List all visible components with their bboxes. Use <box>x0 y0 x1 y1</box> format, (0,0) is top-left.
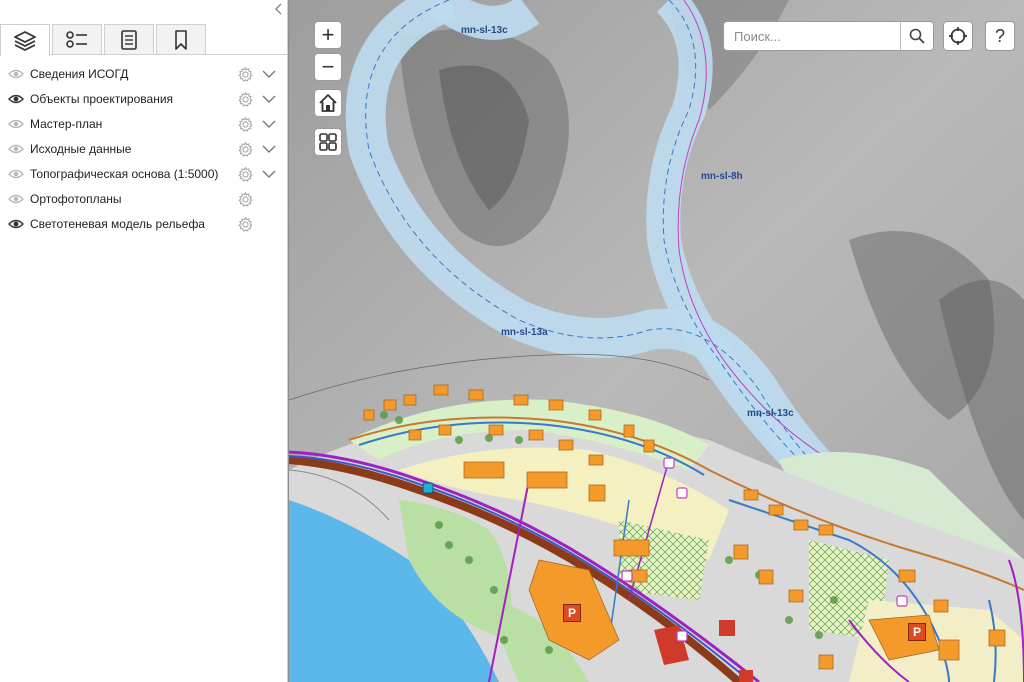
bus-stop-marker <box>422 482 434 494</box>
layer-label: Исходные данные <box>30 142 132 156</box>
layer-item[interactable]: Светотеневая модель рельефа <box>0 212 288 237</box>
search-icon <box>909 28 925 44</box>
basemap-gallery-button[interactable] <box>314 128 342 156</box>
layer-item[interactable]: Объекты проектирования <box>0 87 288 112</box>
layer-label: Сведения ИСОГД <box>30 67 129 81</box>
parking-marker: P <box>908 623 926 641</box>
document-icon <box>121 30 137 50</box>
chevron-down-icon[interactable] <box>262 144 276 154</box>
layer-item[interactable]: Сведения ИСОГД <box>0 62 288 87</box>
panel-tabs <box>0 22 288 56</box>
chevron-left-icon <box>275 3 282 15</box>
home-button[interactable] <box>314 89 342 117</box>
grid-icon <box>319 133 337 151</box>
layer-item[interactable]: Топографическая основа (1:5000) <box>0 162 288 187</box>
eye-icon[interactable] <box>8 68 24 80</box>
tab-bookmarks[interactable] <box>156 24 206 55</box>
eye-icon[interactable] <box>8 193 24 205</box>
layer-item[interactable]: Ортофотопланы <box>0 187 288 212</box>
gear-icon[interactable] <box>237 141 254 158</box>
map-label: mn-sl-13c <box>747 408 794 419</box>
layer-label: Ортофотопланы <box>30 192 122 206</box>
search-box <box>723 21 934 51</box>
gear-icon[interactable] <box>237 216 254 233</box>
search-input[interactable] <box>724 22 900 50</box>
layer-item[interactable]: Исходные данные <box>0 137 288 162</box>
gear-icon[interactable] <box>237 191 254 208</box>
layer-label: Объекты проектирования <box>30 92 174 106</box>
layer-list: Сведения ИСОГД Объекты проектирования Ма… <box>0 62 288 237</box>
map-label: mn-sl-13c <box>461 25 508 36</box>
layers-icon <box>14 30 36 51</box>
zoom-out-button[interactable]: − <box>314 53 342 81</box>
locate-button[interactable] <box>943 21 973 51</box>
gear-icon[interactable] <box>237 166 254 183</box>
tab-layers[interactable] <box>0 24 50 56</box>
home-icon <box>319 94 337 112</box>
eye-icon[interactable] <box>8 118 24 130</box>
tab-legend[interactable] <box>52 24 102 55</box>
map-label: mn-sl-8h <box>701 171 743 182</box>
chevron-down-icon[interactable] <box>262 94 276 104</box>
crosshair-icon <box>949 27 967 45</box>
chevron-down-icon[interactable] <box>262 119 276 129</box>
legend-list-icon <box>66 31 87 48</box>
gear-icon[interactable] <box>237 116 254 133</box>
map-layers <box>289 0 1024 682</box>
parking-marker: P <box>563 604 581 622</box>
map-label: mn-sl-13a <box>501 327 548 338</box>
map-canvas[interactable]: mn-sl-13c mn-sl-8h mn-sl-13a mn-sl-13c P… <box>289 0 1024 682</box>
layer-label: Мастер-план <box>30 117 103 131</box>
search-button[interactable] <box>900 22 933 50</box>
chevron-down-icon[interactable] <box>262 69 276 79</box>
chevron-down-icon[interactable] <box>262 169 276 179</box>
eye-icon[interactable] <box>8 143 24 155</box>
gear-icon[interactable] <box>237 66 254 83</box>
tab-document[interactable] <box>104 24 154 55</box>
collapse-panel-button[interactable] <box>272 0 286 18</box>
layer-label: Топографическая основа (1:5000) <box>30 167 219 181</box>
help-button[interactable]: ? <box>985 21 1015 51</box>
layers-panel: Сведения ИСОГД Объекты проектирования Ма… <box>0 0 288 682</box>
eye-icon[interactable] <box>8 168 24 180</box>
layer-item[interactable]: Мастер-план <box>0 112 288 137</box>
layer-label: Светотеневая модель рельефа <box>30 217 205 231</box>
eye-icon[interactable] <box>8 93 24 105</box>
gear-icon[interactable] <box>237 91 254 108</box>
bookmark-icon <box>175 30 187 50</box>
eye-icon[interactable] <box>8 218 24 230</box>
zoom-in-button[interactable]: + <box>314 21 342 49</box>
